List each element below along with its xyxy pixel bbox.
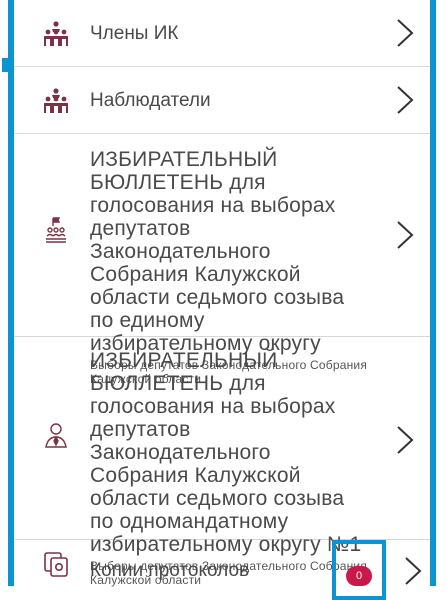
menu-item-label: ИЗБИРАТЕЛЬНЫЙ БЮЛЛЕТЕНЬ для голосования … bbox=[90, 349, 362, 556]
menu-item-protocol-copies[interactable]: Копии протоколов 0 bbox=[14, 540, 430, 600]
candidate-icon bbox=[45, 423, 67, 448]
copies-icon bbox=[44, 552, 68, 577]
menu-item-observers[interactable]: Наблюдатели bbox=[14, 67, 430, 134]
menu-item-ballot-single-mandate[interactable]: ИЗБИРАТЕЛЬНЫЙ БЮЛЛЕТЕНЬ для голосования … bbox=[14, 337, 430, 587]
chevron-right-icon bbox=[397, 86, 414, 114]
chevron-right-icon bbox=[397, 19, 414, 47]
menu-item-label: ИЗБИРАТЕЛЬНЫЙ БЮЛЛЕТЕНЬ для голосования … bbox=[90, 148, 345, 355]
group-icon bbox=[44, 21, 68, 46]
menu-item-label: Члены ИК bbox=[90, 23, 179, 44]
highlight-marker bbox=[2, 58, 14, 72]
menu-item-ballot-party-list[interactable]: ИЗБИРАТЕЛЬНЫЙ БЮЛЛЕТЕНЬ для голосования … bbox=[14, 134, 430, 386]
party-list-icon bbox=[46, 217, 66, 243]
menu-item-commission-members[interactable]: Члены ИК bbox=[14, 0, 430, 67]
badge-highlight: 0 bbox=[332, 540, 386, 600]
observers-icon bbox=[44, 88, 68, 113]
count-badge: 0 bbox=[346, 566, 372, 586]
menu-item-label: Наблюдатели bbox=[90, 90, 211, 111]
chevron-right-icon bbox=[397, 221, 414, 249]
chevron-right-icon bbox=[397, 426, 414, 454]
chevron-right-icon bbox=[405, 557, 422, 585]
menu-item-label: Копии протоколов bbox=[90, 560, 250, 581]
menu-list: Члены ИК Наблюдатели ИЗБИРАТЕЛЬНЫЙ БЮЛЛЕ… bbox=[14, 0, 430, 600]
